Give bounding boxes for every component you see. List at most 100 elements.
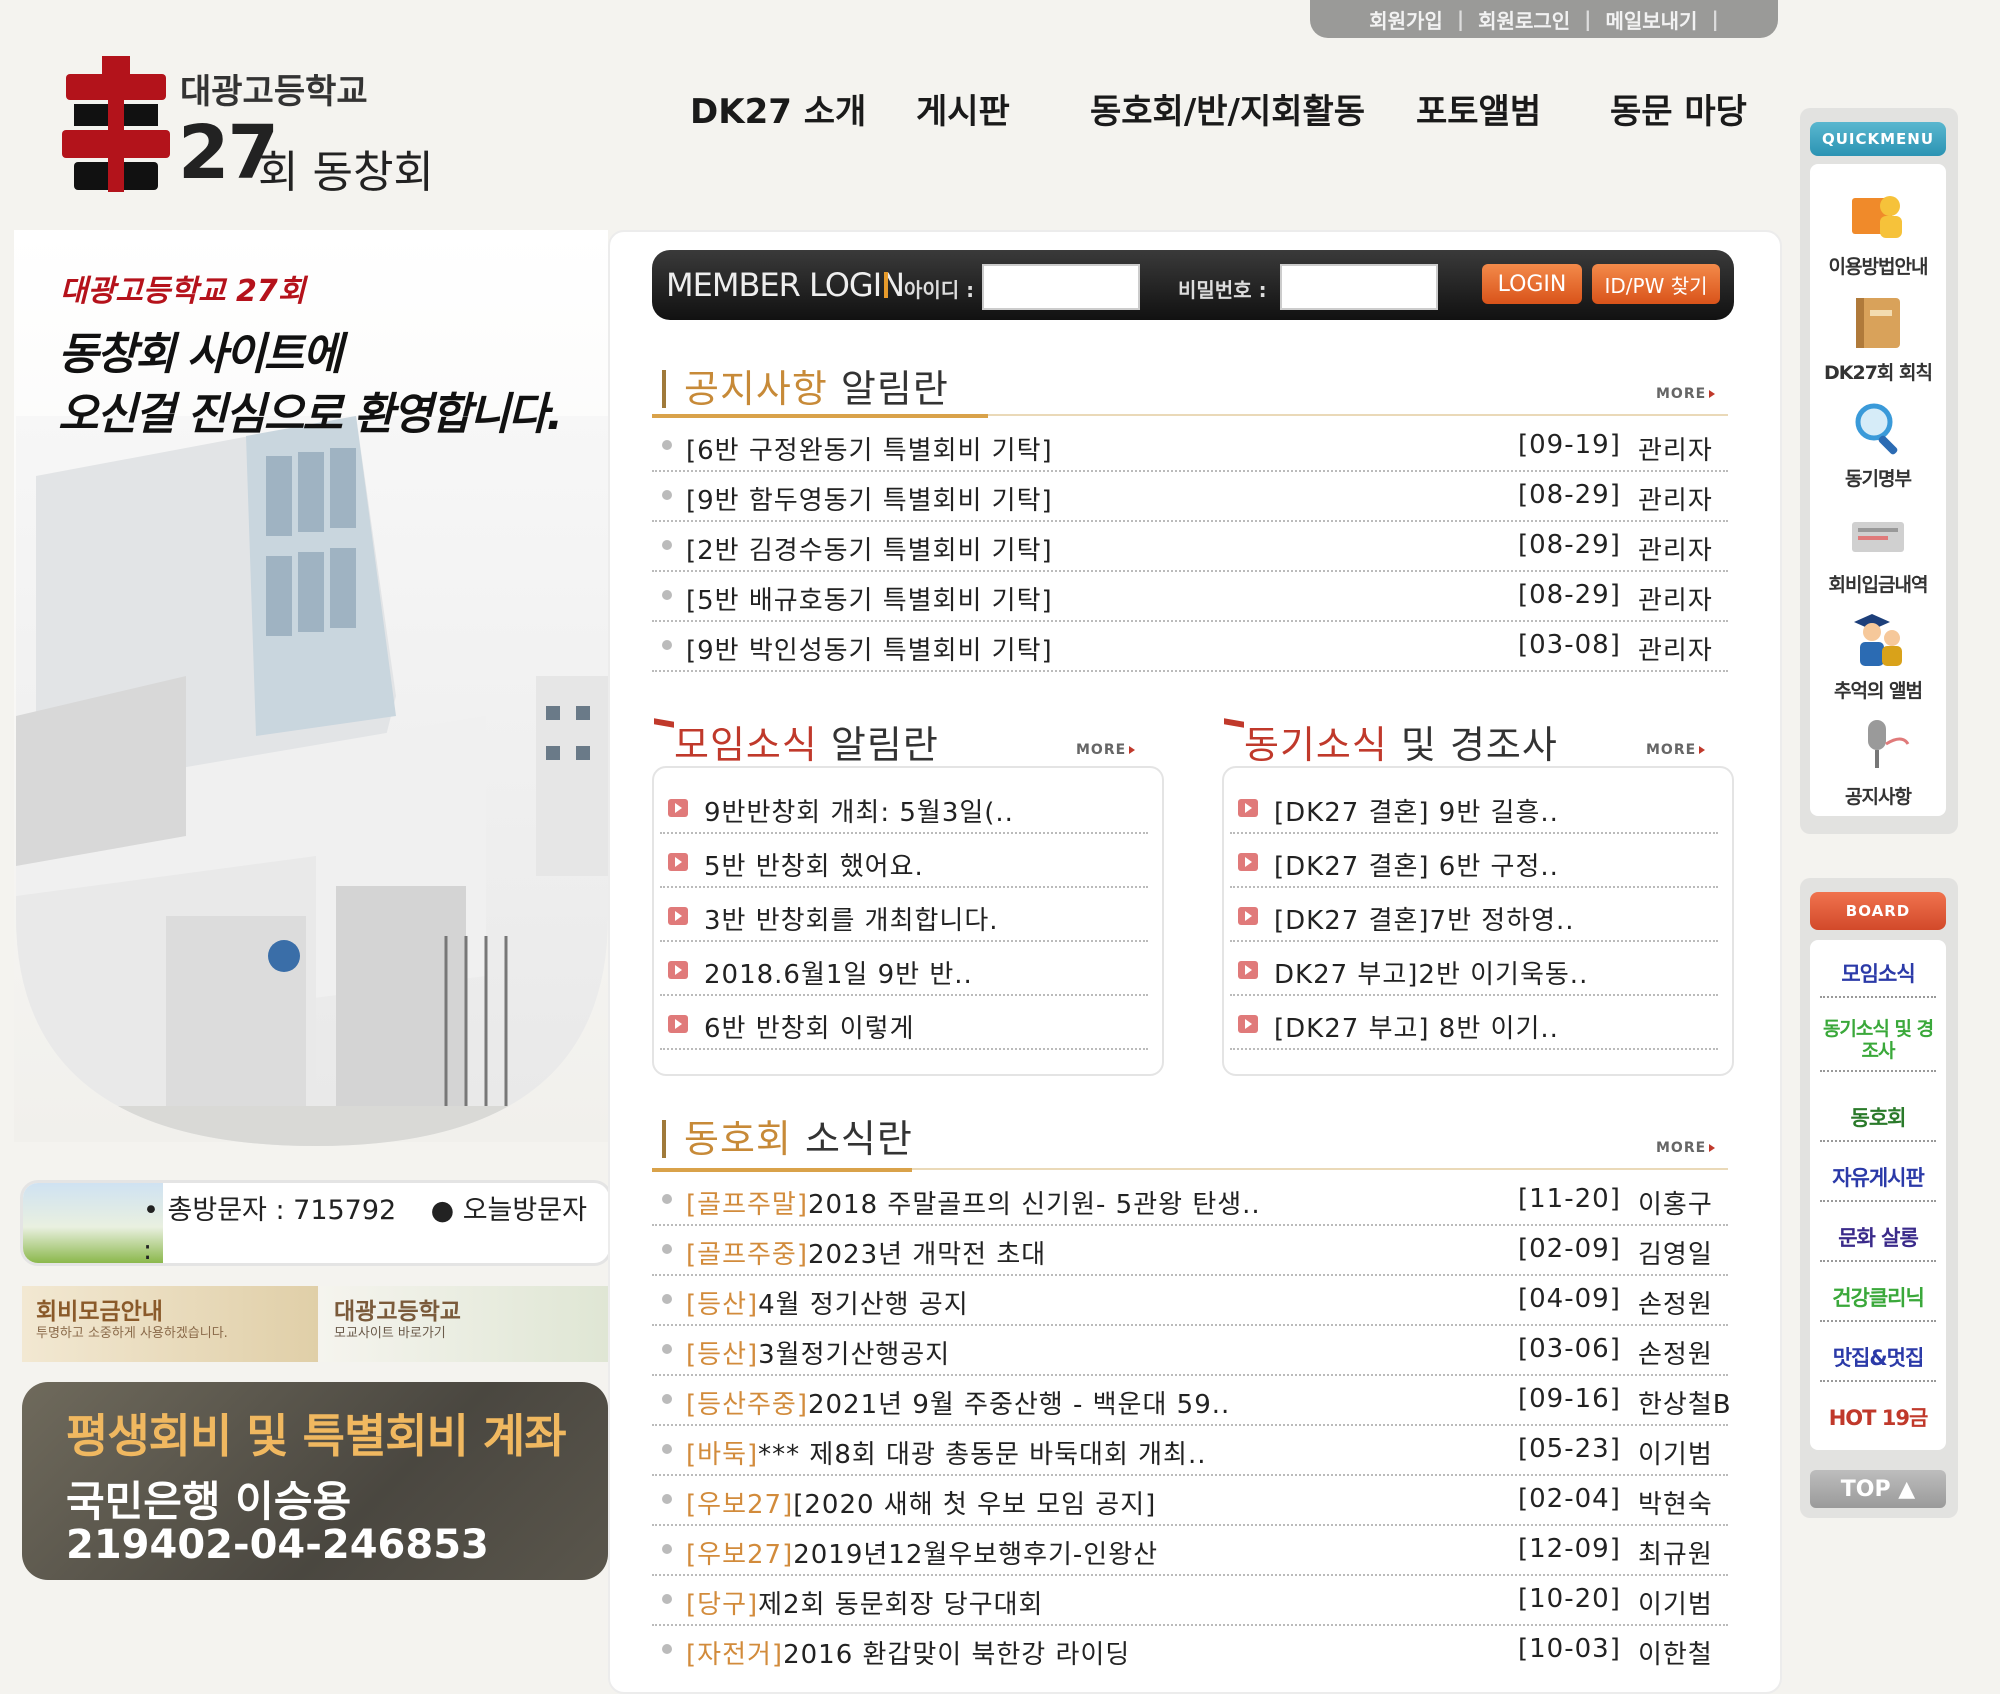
club-row-title[interactable]: [자전거]2016 환갑맞이 북한강 라이딩 — [686, 1634, 1130, 1671]
school-site-banner[interactable]: 대광고등학교 모교사이트 바로가기 — [320, 1286, 608, 1362]
notice-more-link[interactable]: MORE — [1656, 386, 1715, 402]
club-row[interactable]: [바둑]*** 제8회 대광 총동문 바둑대회 개최.. [05-23] 이기범 — [652, 1424, 1728, 1476]
quick-menu: QUICKMENU 이용방법안내 DK27회 회칙 동기명부 회비입금내역 추억… — [1800, 108, 1958, 834]
quick-item-user-guide[interactable]: 이용방법안내 — [1810, 184, 1946, 279]
club-row[interactable]: [등산주중]2021년 9월 주중산행 - 백운대 59.. [09-16] 한상철… — [652, 1374, 1731, 1426]
find-id-pw-button[interactable]: ID/PW 찾기 — [1592, 264, 1720, 304]
notice-row-title[interactable]: [9반 함두영동기 특별회비 기탁] — [686, 480, 1053, 517]
club-row[interactable]: [골프주말]2018 주말골프의 신기원- 5관왕 탄생.. [11-20] 이홍구 — [652, 1174, 1728, 1226]
board-item-hot-19[interactable]: HOT 19금 — [1820, 1402, 1936, 1440]
board-item-free-board[interactable]: 자유게시판 — [1820, 1162, 1936, 1202]
classmates-row-title[interactable]: [DK27 결혼] 9반 길흥.. — [1274, 792, 1559, 829]
club-row[interactable]: [등산]4월 정기산행 공지 [04-09] 손정원 — [652, 1274, 1728, 1326]
arrow-icon — [668, 1015, 688, 1033]
signup-link[interactable]: 회원가입 — [1369, 5, 1443, 34]
club-row[interactable]: [자전거]2016 환갑맞이 북한강 라이딩 [10-03] 이한철 — [652, 1624, 1728, 1674]
board-item-meetings[interactable]: 모임소식 — [1820, 958, 1936, 998]
club-row-title[interactable]: [골프주중]2023년 개막전 초대 — [686, 1234, 1046, 1271]
classmates-row[interactable]: DK27 부고]2반 이기욱동.. — [1230, 942, 1718, 996]
club-row-title[interactable]: [골프주말]2018 주말골프의 신기원- 5관왕 탄생.. — [686, 1184, 1261, 1221]
nav-alumni-yard[interactable]: 동문 마당 — [1610, 84, 1747, 133]
club-row-category: [자전거] — [686, 1640, 784, 1670]
meeting-row-title[interactable]: 6반 반창회 이렇게 — [704, 1008, 915, 1045]
quick-item-rules[interactable]: DK27회 회칙 — [1810, 290, 1946, 385]
club-row[interactable]: [등산]3월정기산행공지 [03-06] 손정원 — [652, 1324, 1728, 1376]
club-row-category: [바둑] — [686, 1440, 759, 1470]
club-row[interactable]: [골프주중]2023년 개막전 초대 [02-09] 김영일 — [652, 1224, 1728, 1276]
fee-info-banner[interactable]: 회비모금안내 투명하고 소중하게 사용하겠습니다. — [22, 1286, 318, 1362]
nav-dk27-intro[interactable]: DK27 소개 — [690, 84, 916, 133]
login-button[interactable]: LOGIN — [1482, 264, 1582, 304]
password-input[interactable] — [1280, 264, 1438, 310]
board-item-restaurants[interactable]: 맛집&멋집 — [1820, 1342, 1936, 1382]
classmates-more-link[interactable]: MORE — [1646, 742, 1705, 758]
arrow-icon — [668, 799, 688, 817]
club-title-highlight: 동호회 — [684, 1117, 792, 1161]
classmates-row[interactable]: [DK27 결혼]7반 정하영.. — [1230, 888, 1718, 942]
notice-row[interactable]: [5반 배규호동기 특별회비 기탁] [08-29] 관리자 — [652, 570, 1728, 622]
microphone-icon — [1868, 720, 1910, 768]
notice-row[interactable]: [9반 박인성동기 특별회비 기탁] [03-08] 관리자 — [652, 620, 1728, 672]
meeting-row[interactable]: 5반 반창회 했어요. — [660, 834, 1148, 888]
quick-item-album[interactable]: 추억의 앨범 — [1810, 608, 1946, 703]
meeting-row-title[interactable]: 5반 반창회 했어요. — [704, 846, 924, 883]
meeting-row-title[interactable]: 2018.6월1일 9반 반.. — [704, 954, 973, 991]
nav-photo-album[interactable]: 포토앨범 — [1416, 84, 1610, 133]
club-row-title[interactable]: [등산주중]2021년 9월 주중산행 - 백운대 59.. — [686, 1384, 1230, 1421]
club-row-text: 제2회 동문회장 당구대회 — [758, 1590, 1044, 1620]
bullet-icon — [662, 1594, 672, 1604]
meeting-row[interactable]: 6반 반창회 이렇게 — [660, 996, 1148, 1050]
classmates-row[interactable]: [DK27 결혼] 6반 구정.. — [1230, 834, 1718, 888]
school-logo-icon[interactable] — [62, 56, 170, 192]
classmates-row[interactable]: [DK27 부고] 8반 이기.. — [1230, 996, 1718, 1050]
classmates-row-title[interactable]: [DK27 결혼] 6반 구정.. — [1274, 846, 1559, 883]
nav-board[interactable]: 게시판 — [916, 84, 1090, 133]
club-row-title[interactable]: [바둑]*** 제8회 대광 총동문 바둑대회 개최.. — [686, 1434, 1207, 1471]
nav-club[interactable]: 동호회/반/지회활동 — [1090, 84, 1416, 133]
classmates-row-title[interactable]: DK27 부고]2반 이기욱동.. — [1274, 954, 1588, 991]
meeting-row-title[interactable]: 9반반창회 개최: 5월3일(.. — [704, 792, 1014, 829]
club-row-title[interactable]: [우보27][2020 새해 첫 우보 모임 공지] — [686, 1484, 1156, 1521]
board-item-classmates[interactable]: 동기소식 및 경조사 — [1820, 1018, 1936, 1072]
board-menu-list: 모임소식 동기소식 및 경조사 동호회 자유게시판 문화 살롱 건강클리닉 맛집… — [1810, 940, 1946, 1450]
board-item-clubs[interactable]: 동호회 — [1820, 1102, 1936, 1142]
club-title: 동호회 소식란 — [684, 1108, 913, 1163]
club-more-link[interactable]: MORE — [1656, 1140, 1715, 1156]
notice-row[interactable]: [9반 함두영동기 특별회비 기탁] [08-29] 관리자 — [652, 470, 1728, 522]
club-row[interactable]: [우보27][2020 새해 첫 우보 모임 공지] [02-04] 박현숙 — [652, 1474, 1728, 1526]
notice-row-title[interactable]: [2반 김경수동기 특별회비 기탁] — [686, 530, 1053, 567]
club-row-title[interactable]: [등산]4월 정기산행 공지 — [686, 1284, 969, 1321]
meeting-row-title[interactable]: 3반 반창회를 개최합니다. — [704, 900, 999, 937]
mail-link[interactable]: 메일보내기 — [1605, 5, 1697, 34]
classmates-title: 동기소식 및 경조사 — [1244, 714, 1558, 769]
notice-row[interactable]: [6반 구정완동기 특별회비 기탁] [09-19] 관리자 — [652, 420, 1728, 472]
club-row-title[interactable]: [우보27]2019년12월우보행후기-인왕산 — [686, 1534, 1158, 1571]
notice-row-title[interactable]: [6반 구정완동기 특별회비 기탁] — [686, 430, 1053, 467]
visitor-counter-text: • 총방문자 : 715792 ● 오늘방문자 : 21 — [143, 1191, 593, 1263]
club-row[interactable]: [우보27]2019년12월우보행후기-인왕산 [12-09] 최규원 — [652, 1524, 1728, 1576]
meeting-row[interactable]: 2018.6월1일 9반 반.. — [660, 942, 1148, 996]
board-item-health-clinic[interactable]: 건강클리닉 — [1820, 1282, 1936, 1322]
notice-row-title[interactable]: [9반 박인성동기 특별회비 기탁] — [686, 630, 1053, 667]
quick-item-label: 동기명부 — [1845, 468, 1912, 490]
notice-row[interactable]: [2반 김경수동기 특별회비 기탁] [08-29] 관리자 — [652, 520, 1728, 572]
meeting-row[interactable]: 9반반창회 개최: 5월3일(.. — [660, 780, 1148, 834]
quick-item-directory[interactable]: 동기명부 — [1810, 396, 1946, 491]
scroll-top-button[interactable]: TOP ▲ — [1810, 1470, 1946, 1508]
notice-row-title[interactable]: [5반 배규호동기 특별회비 기탁] — [686, 580, 1053, 617]
club-row[interactable]: [당구]제2회 동문회장 당구대회 [10-20] 이기범 — [652, 1574, 1728, 1626]
club-row-title[interactable]: [당구]제2회 동문회장 당구대회 — [686, 1584, 1043, 1621]
meeting-row[interactable]: 3반 반창회를 개최합니다. — [660, 888, 1148, 942]
id-input[interactable] — [982, 264, 1140, 310]
classmates-row-title[interactable]: [DK27 부고] 8반 이기.. — [1274, 1008, 1559, 1045]
login-link[interactable]: 회원로그인 — [1478, 5, 1570, 34]
account-number: 219402-04-246853 — [66, 1522, 489, 1568]
classmates-row-title[interactable]: [DK27 결혼]7반 정하영.. — [1274, 900, 1575, 937]
club-row-title[interactable]: [등산]3월정기산행공지 — [686, 1334, 950, 1371]
classmates-row[interactable]: [DK27 결혼] 9반 길흥.. — [1230, 780, 1718, 834]
meeting-more-link[interactable]: MORE — [1076, 742, 1135, 758]
login-title: MEMBER LOGIN — [666, 266, 905, 304]
quick-item-payments[interactable]: 회비입금내역 — [1810, 502, 1946, 597]
quick-item-notice[interactable]: 공지사항 — [1810, 714, 1946, 809]
board-item-culture-salon[interactable]: 문화 살롱 — [1820, 1222, 1936, 1262]
